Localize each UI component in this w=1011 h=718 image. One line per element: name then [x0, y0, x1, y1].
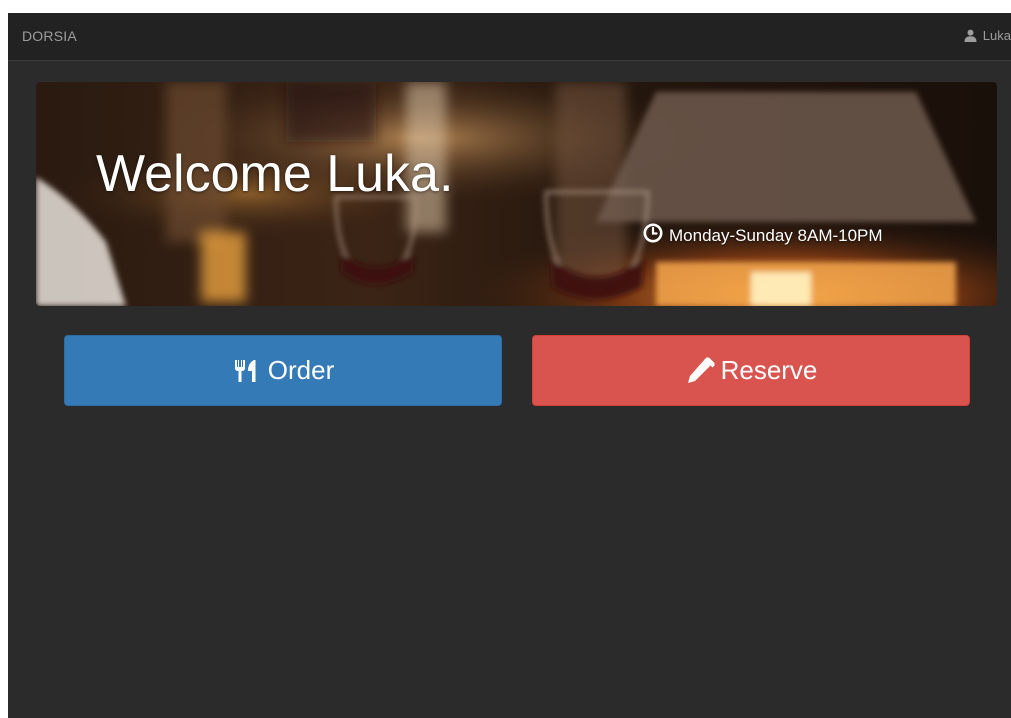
opening-hours: Monday-Sunday 8AM-10PM [643, 223, 883, 248]
reserve-button[interactable]: Reserve [532, 335, 970, 406]
order-button-label: Order [267, 355, 335, 385]
welcome-heading: Welcome Luka. [96, 145, 454, 203]
cutlery-icon [232, 359, 262, 383]
brand-link[interactable]: DORSIA [22, 28, 77, 44]
user-name: Luka [982, 28, 1011, 43]
clock-icon [643, 223, 663, 248]
app-container: DORSIA Luka Welcome Luka. Monday-Sunday … [8, 13, 1011, 718]
user-icon [964, 29, 977, 42]
reserve-button-label: Reserve [720, 355, 818, 385]
top-navbar: DORSIA Luka [8, 13, 1011, 61]
pencil-icon [685, 357, 715, 385]
user-menu[interactable]: Luka [964, 28, 1011, 43]
welcome-banner: Welcome Luka. Monday-Sunday 8AM-10PM [36, 82, 997, 306]
order-button[interactable]: Order [64, 335, 502, 406]
opening-hours-text: Monday-Sunday 8AM-10PM [669, 225, 883, 245]
